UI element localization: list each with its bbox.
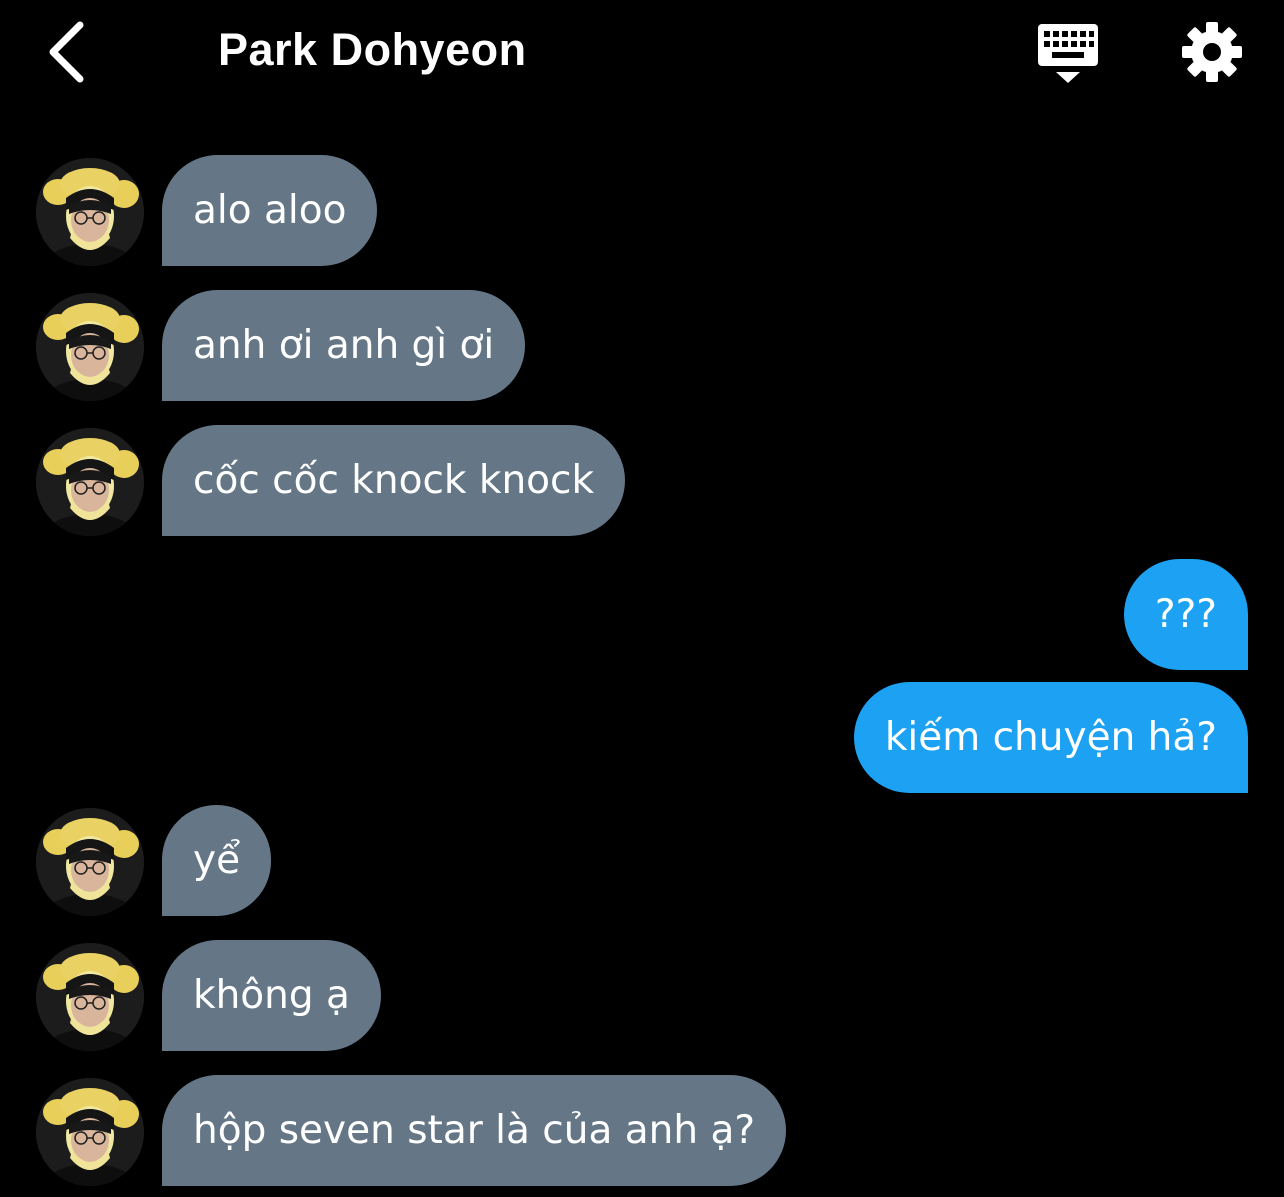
page-title: Park Dohyeon	[218, 24, 527, 75]
back-button[interactable]	[38, 16, 98, 88]
incoming-message-bubble[interactable]: không ạ	[162, 940, 381, 1051]
outgoing-message-bubble[interactable]: ???	[1123, 559, 1248, 670]
keyboard-hide-icon	[1038, 24, 1098, 83]
settings-button[interactable]	[1180, 20, 1244, 84]
gear-icon	[1182, 22, 1242, 82]
incoming-message-row: cốc cốc knock knock	[0, 425, 1284, 536]
incoming-message-bubble[interactable]: hộp seven star là của anh ạ?	[162, 1075, 787, 1186]
incoming-message-row: anh ơi anh gì ơi	[0, 290, 1284, 401]
keyboard-toggle-button[interactable]	[1034, 20, 1102, 86]
chat-header: Park Dohyeon	[0, 0, 1284, 110]
avatar[interactable]	[36, 1078, 144, 1186]
avatar[interactable]	[36, 943, 144, 1051]
avatar[interactable]	[36, 428, 144, 536]
incoming-message-bubble[interactable]: anh ơi anh gì ơi	[162, 290, 526, 401]
outgoing-message-bubble[interactable]: kiếm chuyện hả?	[853, 682, 1248, 793]
chevron-left-icon	[49, 21, 84, 83]
incoming-message-bubble[interactable]: alo aloo	[162, 155, 378, 266]
avatar[interactable]	[36, 158, 144, 266]
avatar[interactable]	[36, 808, 144, 916]
incoming-message-row: alo aloo	[0, 155, 1284, 266]
incoming-message-row: hộp seven star là của anh ạ?	[0, 1075, 1284, 1186]
outgoing-message-row: kiếm chuyện hả?	[0, 682, 1284, 793]
outgoing-message-row: ???	[0, 559, 1284, 670]
incoming-message-bubble[interactable]: yể	[162, 805, 272, 916]
incoming-message-row: không ạ	[0, 940, 1284, 1051]
incoming-message-row: yể	[0, 805, 1284, 916]
incoming-message-bubble[interactable]: cốc cốc knock knock	[162, 425, 626, 536]
avatar[interactable]	[36, 293, 144, 401]
